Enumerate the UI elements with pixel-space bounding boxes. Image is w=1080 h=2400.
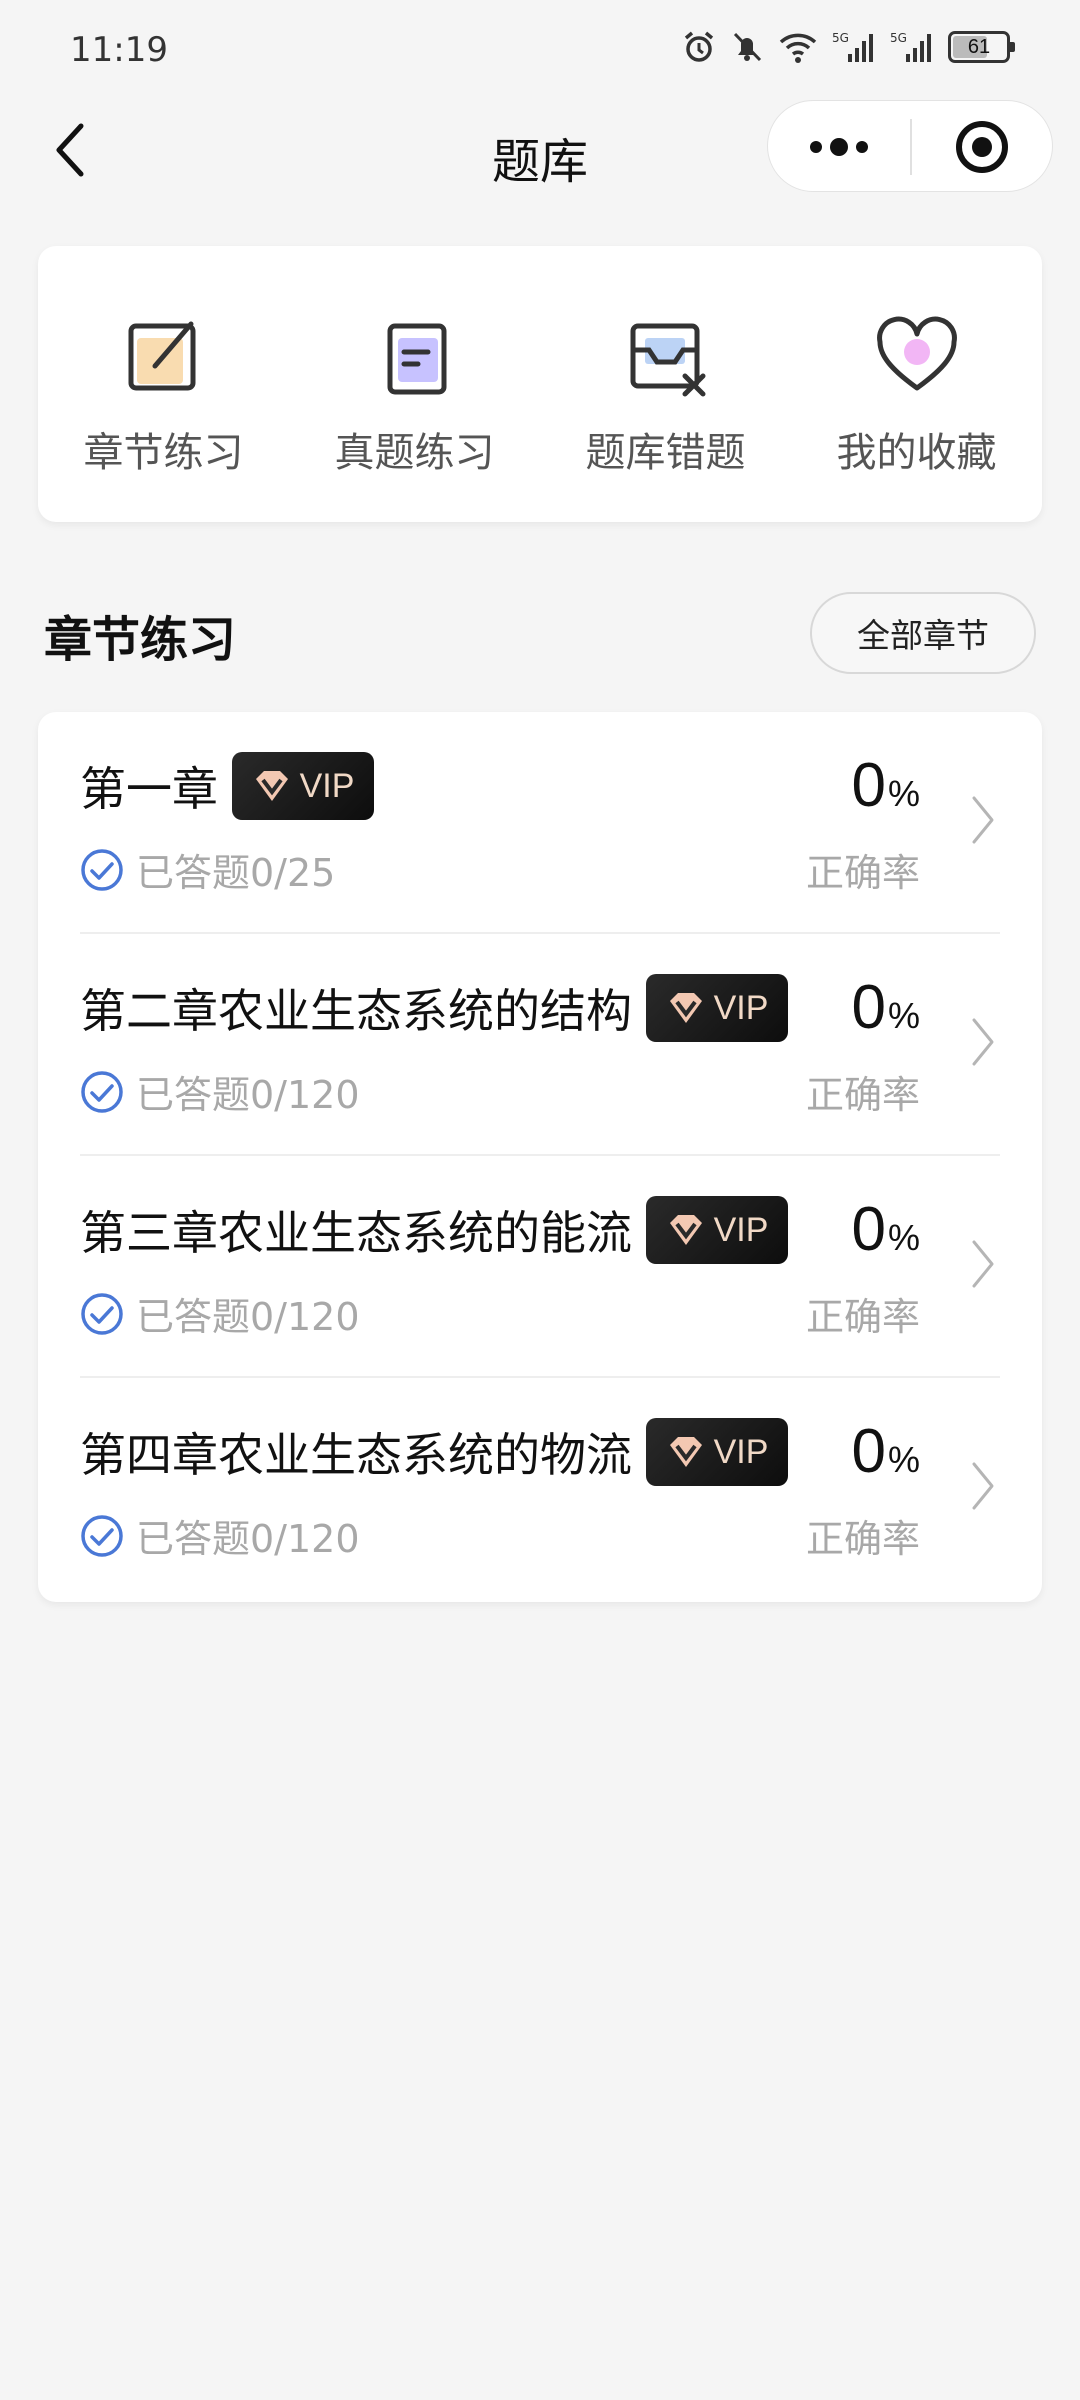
chapter-title-line: 第一章 VIP xyxy=(80,752,374,820)
quick-chapter-practice[interactable]: 章节练习 xyxy=(38,246,289,522)
check-circle-icon xyxy=(81,1292,123,1335)
chapter-name: 第三章农业生态系统的能流 xyxy=(80,1206,632,1260)
nav-bar: 题库 xyxy=(0,100,1080,200)
chapter-list: 第一章 VIP 已答题0/25 0 % 正确率 第二章农业生态系统的结构 VIP xyxy=(38,712,1042,1602)
accuracy-number: 0 xyxy=(851,973,886,1042)
accuracy-value: 0 % xyxy=(852,972,921,1043)
answered-line: 已答题0/120 xyxy=(80,1064,360,1119)
alarm-icon xyxy=(684,31,714,62)
accuracy-number: 0 xyxy=(851,1195,886,1264)
chevron-right-icon xyxy=(972,796,994,844)
check-circle-icon xyxy=(81,1070,123,1113)
diamond-icon xyxy=(669,993,702,1023)
document-icon xyxy=(387,323,446,395)
accuracy-number: 0 xyxy=(851,751,886,820)
chapter-title-line: 第二章农业生态系统的结构 VIP xyxy=(80,974,788,1042)
chevron-right-icon xyxy=(972,1018,994,1066)
accuracy-value: 0 % xyxy=(852,1194,921,1265)
accuracy-unit: % xyxy=(887,995,920,1036)
accuracy-unit: % xyxy=(887,1439,920,1480)
all-chapters-button[interactable]: 全部章节 xyxy=(810,592,1036,674)
chevron-right-icon xyxy=(972,1240,994,1288)
diamond-icon xyxy=(255,771,288,801)
answered-count: 已答题0/120 xyxy=(136,1517,360,1561)
chapter-name: 第一章 xyxy=(80,762,218,816)
check-circle-icon xyxy=(81,848,123,891)
quick-wrong-questions[interactable]: 题库错题 xyxy=(540,246,791,522)
status-icons: 5G 5G 61 xyxy=(682,30,1015,64)
signal-5g-icon: 5G xyxy=(832,31,873,62)
chapter-name: 第二章农业生态系统的结构 xyxy=(80,984,632,1038)
vip-text: VIP xyxy=(713,1210,769,1249)
accuracy-label: 正确率 xyxy=(805,851,920,895)
chapter-row[interactable]: 第二章农业生态系统的结构 VIP 已答题0/120 0 % 正确率 xyxy=(38,934,1042,1156)
vip-text: VIP xyxy=(713,1432,769,1471)
section-title: 章节练习 xyxy=(44,612,237,668)
accuracy-unit: % xyxy=(887,1217,920,1258)
vip-badge: VIP xyxy=(646,1418,788,1486)
quick-label: 我的收藏 xyxy=(836,430,997,476)
mute-bell-icon xyxy=(733,32,762,62)
quick-label: 题库错题 xyxy=(585,430,746,476)
accuracy-value: 0 % xyxy=(852,1416,921,1487)
chevron-right-icon xyxy=(972,1462,994,1510)
check-circle-icon xyxy=(81,1514,123,1557)
chapter-title-line: 第四章农业生态系统的物流 VIP xyxy=(80,1418,788,1486)
accuracy-unit: % xyxy=(887,773,920,814)
chapter-row[interactable]: 第一章 VIP 已答题0/25 0 % 正确率 xyxy=(38,712,1042,934)
vip-text: VIP xyxy=(299,766,355,805)
target-circle-icon xyxy=(956,121,1008,173)
accuracy-number: 0 xyxy=(851,1417,886,1486)
quick-actions-card: 章节练习 真题练习 题库错题 我的收藏 xyxy=(38,246,1042,522)
close-mini-program-button[interactable] xyxy=(912,101,1052,193)
chapter-row[interactable]: 第四章农业生态系统的物流 VIP 已答题0/120 0 % 正确率 xyxy=(38,1378,1042,1600)
diamond-icon xyxy=(669,1437,702,1467)
more-dots-icon xyxy=(810,138,868,156)
accuracy-label: 正确率 xyxy=(805,1295,920,1339)
chapter-row[interactable]: 第三章农业生态系统的能流 VIP 已答题0/120 0 % 正确率 xyxy=(38,1156,1042,1378)
vip-badge: VIP xyxy=(646,1196,788,1264)
edit-note-icon xyxy=(128,321,195,391)
vip-badge: VIP xyxy=(646,974,788,1042)
status-bar: 11:19 5G 5G 61 xyxy=(0,0,1080,100)
quick-label: 章节练习 xyxy=(83,430,244,476)
chapter-title-line: 第三章农业生态系统的能流 VIP xyxy=(80,1196,788,1264)
vip-badge: VIP xyxy=(232,752,374,820)
answered-count: 已答题0/120 xyxy=(136,1295,360,1339)
answered-count: 已答题0/25 xyxy=(136,851,336,895)
vip-text: VIP xyxy=(713,988,769,1027)
answered-count: 已答题0/120 xyxy=(136,1073,360,1117)
quick-my-favorites[interactable]: 我的收藏 xyxy=(791,246,1042,522)
battery-level: 61 xyxy=(967,35,991,58)
answered-line: 已答题0/25 xyxy=(80,842,335,897)
accuracy-label: 正确率 xyxy=(805,1073,920,1117)
answered-line: 已答题0/120 xyxy=(80,1286,360,1341)
diamond-icon xyxy=(669,1215,702,1245)
battery-icon: 61 xyxy=(948,31,1015,63)
quick-label: 真题练习 xyxy=(334,430,495,476)
quick-real-exam-practice[interactable]: 真题练习 xyxy=(289,246,540,522)
accuracy-value: 0 % xyxy=(852,750,921,821)
heart-icon xyxy=(876,316,957,391)
signal-5g-icon: 5G xyxy=(890,31,931,62)
wifi-icon xyxy=(779,33,817,63)
wrong-tray-icon xyxy=(630,323,705,397)
more-button[interactable] xyxy=(768,101,910,193)
status-time: 11:19 xyxy=(70,30,168,70)
svg-text:5G: 5G xyxy=(890,31,907,45)
chapter-name: 第四章农业生态系统的物流 xyxy=(80,1428,632,1482)
svg-text:5G: 5G xyxy=(832,31,849,45)
accuracy-label: 正确率 xyxy=(805,1517,920,1561)
mini-program-capsule xyxy=(767,100,1053,192)
answered-line: 已答题0/120 xyxy=(80,1508,360,1563)
